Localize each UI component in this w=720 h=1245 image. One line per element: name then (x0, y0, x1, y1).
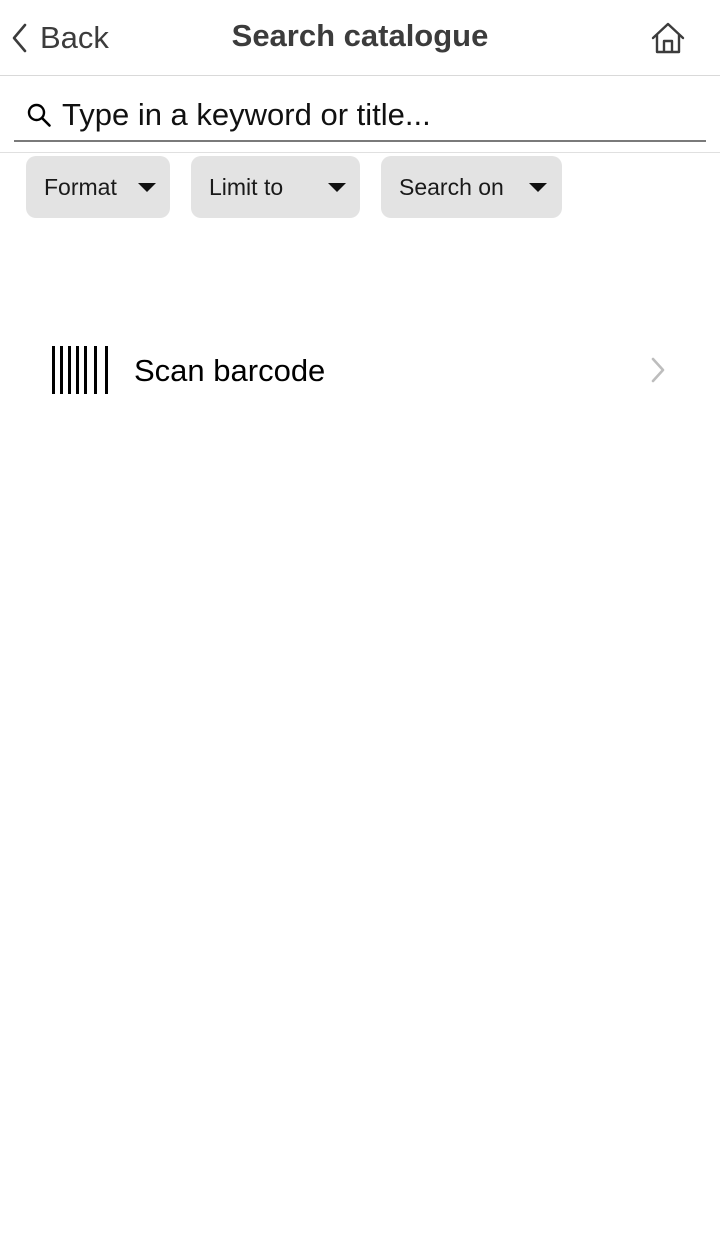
top-nav-bar: Back Search catalogue (0, 0, 720, 76)
home-button[interactable] (644, 14, 692, 62)
scan-barcode-row[interactable]: Scan barcode (0, 330, 720, 412)
caret-down-icon (328, 183, 346, 192)
search-input[interactable] (62, 97, 662, 133)
search-bar-row (0, 76, 720, 153)
limit-to-dropdown[interactable]: Limit to (191, 156, 360, 218)
barcode-icon (52, 346, 108, 394)
limit-to-dropdown-label: Limit to (209, 174, 284, 200)
home-icon (651, 22, 685, 54)
search-on-dropdown[interactable]: Search on (381, 156, 562, 218)
chevron-left-icon (12, 23, 27, 53)
format-dropdown[interactable]: Format (26, 156, 170, 218)
format-dropdown-label: Format (44, 174, 117, 200)
caret-down-icon (138, 183, 156, 192)
search-on-dropdown-label: Search on (399, 174, 504, 200)
chevron-right-icon (651, 357, 665, 383)
scan-barcode-label: Scan barcode (134, 353, 326, 388)
search-field[interactable] (14, 90, 706, 142)
search-icon (27, 103, 51, 127)
caret-down-icon (529, 183, 547, 192)
back-button[interactable]: Back (10, 12, 109, 64)
back-label: Back (40, 20, 109, 55)
